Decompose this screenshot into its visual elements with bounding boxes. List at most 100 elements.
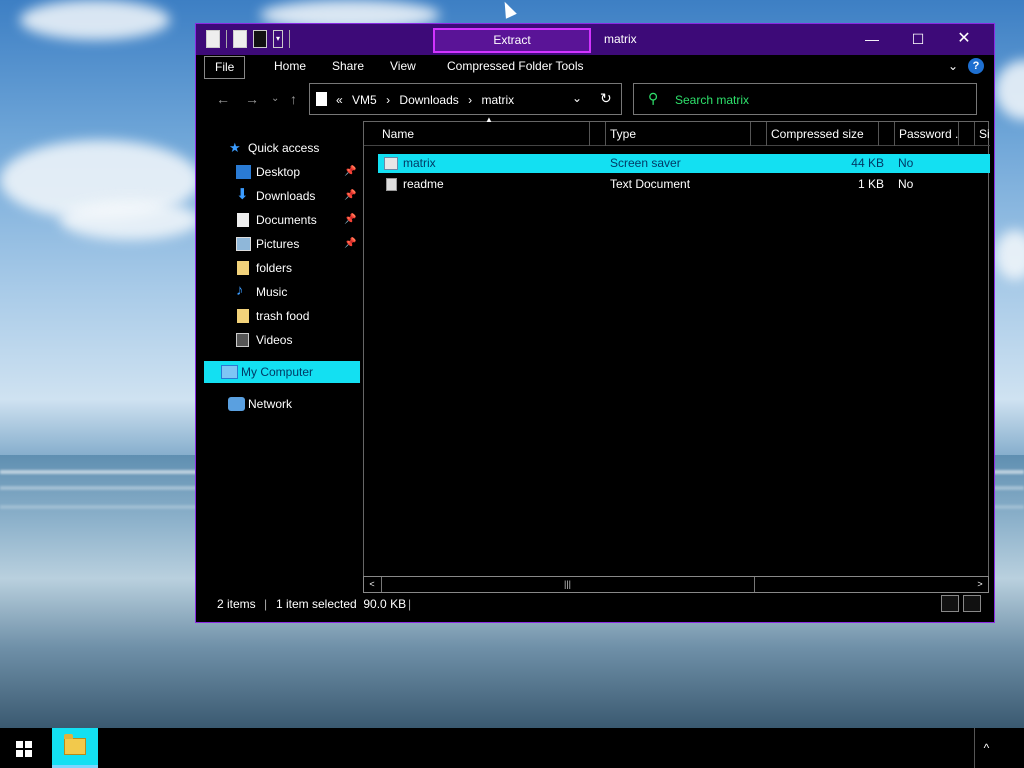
back-arrow-icon[interactable]: ← [216,91,230,107]
table-row[interactable]: readme Text Document 1 KB No [378,175,990,194]
taskbar-file-explorer-button[interactable] [52,728,98,768]
file-name: readme [403,177,444,191]
column-header-type[interactable]: Type [606,122,751,146]
pin-icon[interactable]: 📌 [344,185,356,207]
item-count: 2 items [217,597,256,611]
show-hidden-icons-icon[interactable]: ^ [974,728,998,768]
file-compressed-size: 1 KB [857,177,884,191]
column-header-compressed-size[interactable]: Compressed size [767,122,879,146]
recent-locations-icon[interactable]: ⌄ [271,93,279,104]
column-header-name[interactable]: Name [378,122,590,146]
scrollbar-thumb[interactable]: ||| [381,577,755,592]
network-icon [228,397,245,411]
tab-file[interactable]: File [204,56,246,79]
file-list: ▲ Name Type Compressed size Password ...… [363,115,990,578]
details-view-icon[interactable] [941,595,959,612]
qat-dropdown-icon[interactable]: ▾ [273,30,283,48]
folder-icon [237,309,249,323]
file-explorer-window: ▾ Extract matrix — ☐ ✕ File Home Share V… [195,23,995,623]
breadcrumb: « VM5 › Downloads › matrix [336,93,520,107]
column-headers: ▲ Name Type Compressed size Password ...… [364,115,990,146]
sidebar-item-label: Desktop [256,165,301,179]
file-type: Text Document [610,177,691,191]
sidebar-item-quick-access[interactable]: ★ Quick access [196,137,360,159]
column-resize-handle[interactable] [590,122,606,146]
folder-path-icon [316,92,327,106]
sidebar-item-desktop[interactable]: Desktop 📌 [196,161,360,183]
column-header-password[interactable]: Password ... [895,122,959,146]
navigation-bar: ← → ⌄ ↑ « VM5 › Downloads › matrix ⌄ ↻ ⚲… [196,81,994,119]
breadcrumb-vm5[interactable]: VM5 [352,93,377,107]
sidebar-item-documents[interactable]: Documents 📌 [196,209,360,231]
sidebar-item-videos[interactable]: Videos [196,329,360,351]
ribbon-tabs: File Home Share View Compressed Folder T… [196,55,994,81]
breadcrumb-separator[interactable]: › [386,93,390,107]
column-resize-handle[interactable] [879,122,895,146]
up-arrow-icon[interactable]: ↑ [290,91,297,107]
title-bar[interactable]: ▾ Extract matrix — ☐ ✕ [196,24,994,55]
breadcrumb-separator[interactable]: › [468,93,472,107]
close-button[interactable]: ✕ [941,24,987,54]
sidebar-item-my-computer[interactable]: My Computer [204,361,360,383]
tab-view[interactable]: View [380,56,426,79]
tab-share[interactable]: Share [322,56,374,79]
download-arrow-icon: ⬇ [236,186,249,203]
breadcrumb-downloads[interactable]: Downloads [399,93,458,107]
pin-icon[interactable]: 📌 [344,161,356,183]
properties-icon[interactable] [233,30,247,48]
sidebar-item-trash-food[interactable]: trash food [196,305,360,327]
address-dropdown-icon[interactable]: ⌄ [572,91,582,105]
large-icons-view-icon[interactable] [963,595,981,612]
new-document-icon[interactable] [206,30,220,48]
breadcrumb-overflow[interactable]: « [336,93,343,107]
horizontal-scrollbar[interactable]: < ||| > [363,576,989,593]
sidebar-item-downloads[interactable]: ⬇ Downloads 📌 [196,185,360,207]
sidebar-item-label: Quick access [248,141,320,155]
sidebar-item-label: Pictures [256,237,300,251]
forward-arrow-icon[interactable]: → [245,91,259,107]
file-password: No [898,177,914,191]
new-folder-icon[interactable] [253,30,267,48]
pictures-icon [236,237,251,251]
sidebar-item-folders[interactable]: folders [196,257,360,279]
start-button[interactable] [0,728,48,768]
column-resize-handle[interactable] [959,122,975,146]
sidebar-item-label: Downloads [256,189,316,203]
file-password: No [898,156,914,170]
quick-access-toolbar: ▾ [206,30,290,48]
breadcrumb-matrix[interactable]: matrix [481,93,514,107]
file-compressed-size: 44 KB [851,156,884,170]
sidebar-item-label: Music [256,285,288,299]
selection-info: 1 item selected 90.0 KB [276,597,407,611]
scroll-left-icon[interactable]: < [364,577,380,592]
column-resize-handle[interactable] [751,122,767,146]
sidebar-item-label: trash food [256,309,310,323]
sidebar-item-pictures[interactable]: Pictures 📌 [196,233,360,255]
minimize-button[interactable]: — [849,24,895,54]
extract-context-tab[interactable]: Extract [433,28,591,53]
navigation-pane: ★ Quick access Desktop 📌 ⬇ Downloads 📌 D… [196,119,362,595]
refresh-icon[interactable]: ↻ [600,90,612,107]
file-type: Screen saver [610,156,681,170]
search-input[interactable]: ⚲ Search matrix [633,83,977,115]
help-icon[interactable]: ? [968,58,984,74]
search-icon: ⚲ [648,90,659,106]
address-bar[interactable]: « VM5 › Downloads › matrix ⌄ ↻ [309,83,622,115]
pin-icon[interactable]: 📌 [344,209,356,231]
sidebar-item-music[interactable]: ♪ Music [196,281,360,303]
search-placeholder: Search matrix [675,93,750,107]
column-header-size[interactable]: Si [975,122,990,146]
qat-separator [289,30,290,48]
sidebar-item-label: My Computer [241,365,314,379]
table-row[interactable]: matrix Screen saver 44 KB No [378,154,990,173]
scroll-right-icon[interactable]: > [972,577,988,592]
expand-ribbon-icon[interactable]: ⌄ [948,59,958,73]
file-name: matrix [403,156,436,170]
maximize-button[interactable]: ☐ [895,24,941,54]
pin-icon[interactable]: 📌 [344,233,356,255]
tab-compressed-folder-tools[interactable]: Compressed Folder Tools [437,56,594,79]
music-note-icon: ♪ [236,282,244,299]
tab-home[interactable]: Home [264,56,316,79]
taskbar: ^ [0,728,1024,768]
sidebar-item-network[interactable]: Network [196,393,360,415]
